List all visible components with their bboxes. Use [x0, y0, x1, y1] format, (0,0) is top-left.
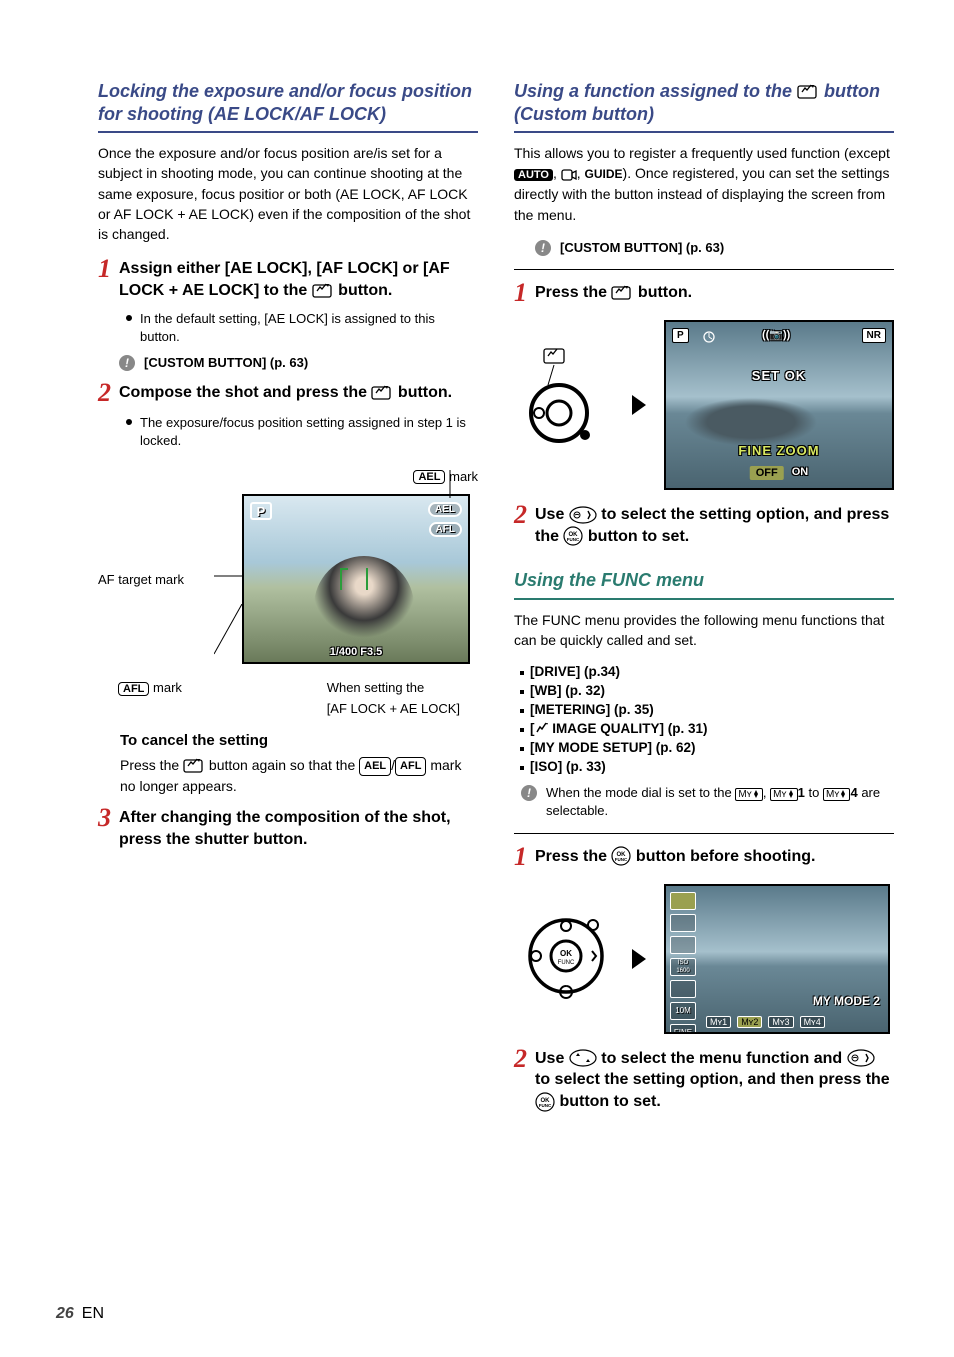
- camera-back-diagram: [514, 343, 614, 468]
- p-mode-badge: P: [250, 502, 272, 520]
- afl-chip: AFL: [118, 682, 149, 696]
- r-step1-text: Press the button.: [535, 282, 692, 304]
- off-chip: OFF: [750, 466, 784, 480]
- mymode-chip: Mʏ2: [737, 1016, 762, 1028]
- func-item: [WB] (p. 32): [520, 683, 894, 698]
- func-side-icon: ISO1600: [670, 958, 696, 976]
- page-footer: 26EN: [56, 1305, 104, 1323]
- afl-mark-label: mark: [153, 680, 182, 695]
- func-menu-preview: ISO1600 10M FINE MY MODE 2 Mʏ1 Mʏ2 Mʏ3 Mʏ4: [664, 884, 890, 1034]
- cancel-heading: To cancel the setting: [120, 732, 478, 749]
- right-intro: This allows you to register a frequently…: [514, 143, 894, 225]
- diagram-caption-a: When setting the: [327, 680, 460, 695]
- step-number: 2: [514, 1046, 527, 1072]
- ok-func-icon: [535, 1092, 555, 1112]
- up-down-icon: [569, 1049, 597, 1067]
- step2-bullet: The exposure/focus position setting assi…: [126, 414, 478, 450]
- pointer-line-icon: [214, 564, 244, 588]
- left-heading: Locking the exposure and/or focus positi…: [98, 80, 478, 133]
- selftimer-icon: [702, 330, 720, 344]
- auto-chip: AUTO: [514, 169, 553, 181]
- af-target-mark-icon: [340, 568, 368, 590]
- divider: [514, 833, 894, 834]
- p-mode-badge: P: [672, 328, 689, 343]
- ael-badge: AEL: [428, 502, 462, 517]
- svg-text:FUNC: FUNC: [558, 960, 575, 966]
- func-intro: The FUNC menu provides the following men…: [514, 610, 894, 651]
- note-icon: [520, 784, 538, 802]
- left-intro: Once the exposure and/or focus position …: [98, 143, 478, 244]
- func-list: [DRIVE] (p.34) [WB] (p. 32) [METERING] (p.…: [520, 664, 894, 774]
- movie-mode-icon: [561, 168, 577, 182]
- step1-bullet: In the default setting, [AE LOCK] is ass…: [126, 310, 478, 346]
- step-number: 3: [98, 805, 111, 831]
- step-number: 2: [514, 502, 527, 528]
- step1-text: Assign either [AE LOCK], [AF LOCK] or [A…: [119, 258, 478, 301]
- func-item: [DRIVE] (p.34): [520, 664, 894, 679]
- af-lock-preview: P AEL AFL 1/400 F3.5: [242, 494, 470, 664]
- note-icon: [118, 354, 136, 372]
- func-side-icon: 10M: [670, 1002, 696, 1020]
- mymode-chip: Mʏ3: [768, 1016, 793, 1028]
- func-item: [MY MODE SETUP] (p. 62): [520, 740, 894, 755]
- step-number: 1: [514, 844, 527, 870]
- af-target-label: AF target mark: [98, 572, 208, 587]
- func-side-icon: [670, 892, 696, 910]
- step-number: 1: [514, 280, 527, 306]
- shutter-info: 1/400 F3.5: [330, 646, 383, 658]
- note-icon: [534, 239, 552, 257]
- step-number: 2: [98, 380, 111, 406]
- func-item: [ISO] (p. 33): [520, 759, 894, 774]
- custom-button-icon: [371, 384, 393, 402]
- ok-func-icon: [563, 526, 583, 546]
- mymode-chip: Mʏ1: [706, 1016, 731, 1028]
- r-step2-text: Use to select the setting option, and pr…: [535, 504, 894, 547]
- custom-button-icon: [312, 282, 334, 300]
- diagram-caption-b: [AF LOCK + AE LOCK]: [327, 701, 460, 716]
- afl-badge: AFL: [429, 522, 462, 537]
- custom-button-icon: [183, 757, 205, 775]
- fine-zoom-label: FINE ZOOM: [738, 443, 819, 458]
- left-right-icon: [569, 506, 597, 524]
- mymode-label: MY MODE 2: [813, 994, 880, 1008]
- control-dial-diagram: OK FUNC: [518, 901, 614, 1016]
- stabilizer-icon: ((📷)): [762, 328, 790, 341]
- step3-text: After changing the composition of the sh…: [119, 807, 478, 850]
- set-ok-label: SET OK: [752, 368, 806, 383]
- custom-button-icon: [797, 83, 819, 101]
- image-quality-icon: [535, 722, 549, 734]
- func-side-icon: [670, 936, 696, 954]
- pointer-line-icon: [440, 470, 460, 500]
- custom-button-preview: P ((📷)) NR SET OK FINE ZOOM OFF ON: [664, 320, 894, 490]
- func-side-icon: [670, 914, 696, 932]
- nr-badge: NR: [862, 328, 886, 343]
- step-number: 1: [98, 256, 111, 282]
- right-note: [CUSTOM BUTTON] (p. 63): [560, 239, 724, 257]
- func-side-icon: [670, 980, 696, 998]
- right-heading-2: Using the FUNC menu: [514, 569, 894, 600]
- step2-text: Compose the shot and press the button.: [119, 382, 452, 404]
- cancel-body: Press the button again so that the AEL/A…: [120, 755, 478, 797]
- f-step1-text: Press the button before shooting.: [535, 846, 815, 868]
- arrow-right-icon: [632, 949, 646, 969]
- guide-chip: GUIDE: [585, 167, 623, 181]
- pointer-line-icon: [214, 604, 244, 664]
- arrow-right-icon: [632, 395, 646, 415]
- func-item: [METERING] (p. 35): [520, 702, 894, 717]
- divider: [514, 269, 894, 270]
- f-step2-text: Use to select the menu function and to s…: [535, 1048, 894, 1113]
- custom-button-icon: [611, 284, 633, 302]
- step1-note: [CUSTOM BUTTON] (p. 63): [144, 354, 308, 372]
- svg-text:OK: OK: [560, 949, 572, 958]
- func-side-icon: FINE: [670, 1024, 696, 1034]
- ok-func-icon: [611, 846, 631, 866]
- func-note: When the mode dial is set to the Mʏ, Mʏ1…: [546, 784, 894, 820]
- right-heading-1: Using a function assigned to the button …: [514, 80, 894, 133]
- mymode-chip: Mʏ4: [800, 1016, 825, 1028]
- func-item: [ IMAGE QUALITY] (p. 31): [520, 721, 894, 736]
- on-chip: ON: [792, 466, 809, 480]
- left-right-icon: [847, 1049, 875, 1067]
